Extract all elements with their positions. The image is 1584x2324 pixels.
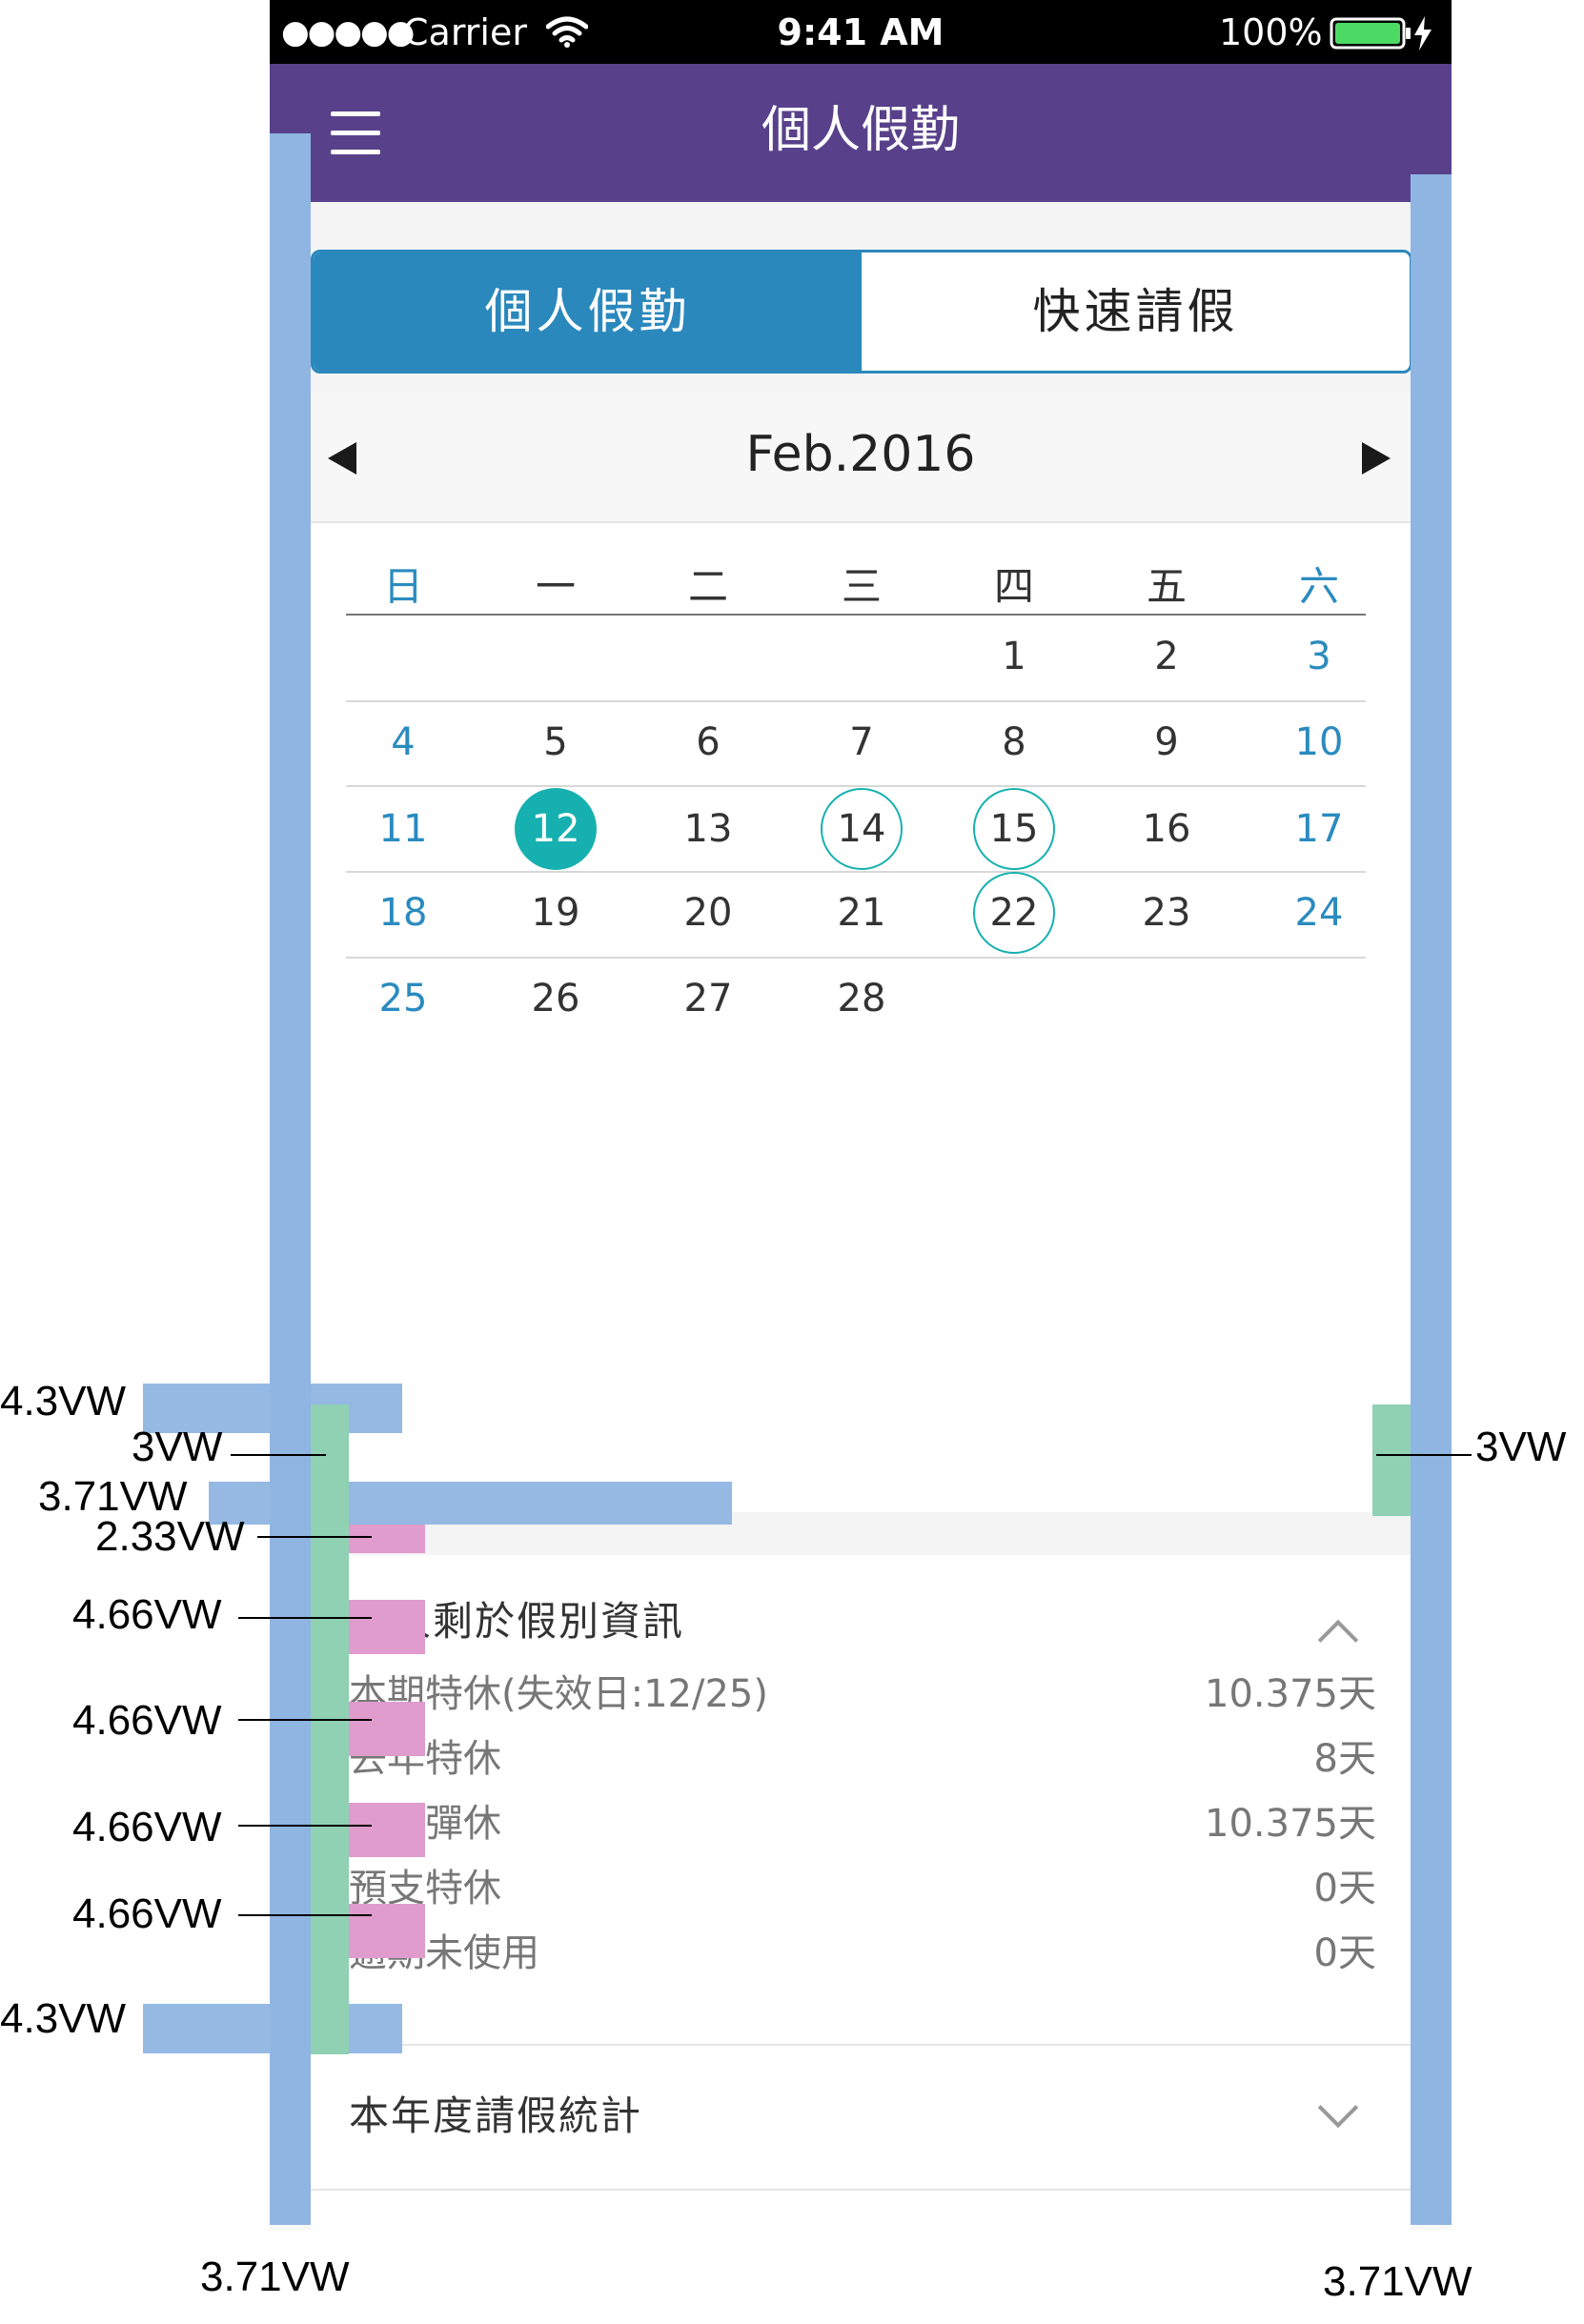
- annotation-side-left: 3.71VW: [200, 2253, 350, 2300]
- chevron-up-icon[interactable]: [1317, 1619, 1359, 1661]
- tab-personal-attendance[interactable]: 個人假勤: [314, 253, 862, 371]
- annual-leave-stats-label: 本年度請假統計: [349, 2092, 643, 2139]
- calendar-day[interactable]: 7: [814, 714, 909, 771]
- annual-leave-stats-row[interactable]: 本年度請假統計: [311, 2044, 1411, 2191]
- calendar-day[interactable]: 4: [355, 714, 451, 771]
- spacing-guide-5: [349, 1904, 425, 1958]
- calendar-day[interactable]: 17: [1271, 800, 1367, 858]
- calendar-day[interactable]: 13: [660, 800, 756, 858]
- calendar-day[interactable]: 21: [814, 884, 909, 941]
- calendar-day[interactable]: 2: [1119, 628, 1214, 685]
- calendar-day[interactable]: 27: [660, 970, 756, 1027]
- tab-switcher: 個人假勤 快速請假: [311, 250, 1412, 374]
- weekday-label: 三: [841, 563, 882, 610]
- battery-icon: [1330, 17, 1411, 50]
- annotation-item-gap-2: 4.66VW: [72, 1697, 222, 1744]
- calendar-row-divider: [346, 871, 1366, 873]
- leave-balance-value: 8天: [1313, 1737, 1376, 1781]
- weekday-label: 六: [1298, 563, 1339, 610]
- calendar-day[interactable]: 22: [966, 884, 1062, 941]
- calendar-day[interactable]: 10: [1271, 714, 1367, 771]
- calendar-day[interactable]: 8: [966, 714, 1062, 771]
- calendar-day[interactable]: 18: [355, 884, 451, 941]
- spacing-guide-2: [349, 1600, 425, 1654]
- leader-line: [1376, 1454, 1472, 1456]
- calendar-day[interactable]: 12: [508, 800, 603, 858]
- calendar-day[interactable]: 23: [1119, 884, 1214, 941]
- annotation-first-gap: 2.33VW: [95, 1513, 245, 1560]
- calendar-day[interactable]: 20: [660, 884, 756, 941]
- leader-line: [231, 1454, 326, 1456]
- calendar: Feb.2016 日一二三四五六 1 2 3 4 5 6 7 8 9 10 11 12 13 14 15 16…: [311, 393, 1411, 1512]
- main-content: 個人假勤 快速請假 Feb.2016 日一二三四五六 1 2 3 4 5 6 7 8 9 10 11…: [311, 202, 1412, 2230]
- calendar-day[interactable]: 11: [355, 800, 451, 858]
- chevron-down-icon[interactable]: [1317, 2087, 1359, 2129]
- month-header: Feb.2016: [311, 393, 1411, 523]
- nav-bar: 個人假勤: [270, 64, 1452, 202]
- left-margin-guide: [270, 133, 311, 2225]
- calendar-day[interactable]: 15: [966, 800, 1062, 858]
- annotation-item-gap-1: 4.66VW: [72, 1591, 222, 1638]
- triangle-right-icon[interactable]: [1362, 442, 1391, 475]
- annotation-item-gap-3: 4.66VW: [72, 1804, 222, 1850]
- battery-percent: 100%: [1219, 11, 1323, 53]
- annotation-right-padding: 3VW: [1475, 1424, 1567, 1470]
- calendar-row-divider: [346, 957, 1366, 959]
- calendar-day[interactable]: 1: [966, 628, 1062, 685]
- calendar-day[interactable]: 25: [355, 970, 451, 1027]
- leader-line: [257, 1536, 372, 1538]
- month-label: Feb.2016: [745, 426, 976, 483]
- page-title: 個人假勤: [761, 102, 960, 159]
- calendar-day[interactable]: 3: [1271, 628, 1367, 685]
- leader-line: [238, 1719, 372, 1721]
- calendar-day[interactable]: 5: [508, 714, 603, 771]
- calendar-day[interactable]: 9: [1119, 714, 1214, 771]
- calendar-day[interactable]: 24: [1271, 884, 1367, 941]
- leave-balance-value: 0天: [1313, 1931, 1376, 1975]
- leader-line: [238, 1914, 372, 1916]
- spacing-guide-3: [349, 1702, 425, 1756]
- spacing-guide-4: [349, 1803, 425, 1857]
- calendar-day[interactable]: 19: [508, 884, 603, 941]
- calendar-row-divider: [346, 700, 1366, 702]
- weekday-label: 一: [535, 563, 576, 610]
- weekday-label: 二: [687, 563, 728, 610]
- leave-balance-value: 10.375天: [1205, 1672, 1376, 1716]
- weekday-label: 日: [382, 563, 423, 610]
- right-margin-guide: [1411, 174, 1452, 2225]
- right-padding-guide: [1372, 1405, 1411, 1516]
- weekday-label: 五: [1146, 563, 1187, 610]
- calendar-row-divider: [346, 614, 1366, 616]
- left-padding-guide: [311, 1405, 349, 2054]
- leave-balance-value: 10.375天: [1205, 1802, 1376, 1846]
- annotation-item-gap-4: 4.66VW: [72, 1890, 222, 1937]
- leader-line: [238, 1617, 372, 1619]
- leader-line: [238, 1825, 372, 1827]
- weekday-label: 四: [993, 563, 1034, 610]
- status-bar: ●●●●● Carrier 9:41 AM 100%: [270, 0, 1452, 64]
- bottom-margin-guide: [143, 2004, 402, 2053]
- annotation-side-right: 3.71VW: [1323, 2258, 1472, 2305]
- annotation-bottom-margin: 4.3VW: [0, 1995, 127, 2042]
- annotation-top-margin: 4.3VW: [0, 1378, 127, 1425]
- annotation-left-padding: 3VW: [132, 1424, 223, 1470]
- phone-screen: ●●●●● Carrier 9:41 AM 100% 個人假勤 個人假勤 快速請…: [270, 0, 1452, 2230]
- calendar-day[interactable]: 28: [814, 970, 909, 1027]
- calendar-day[interactable]: 26: [508, 970, 603, 1027]
- calendar-day[interactable]: 16: [1119, 800, 1214, 858]
- calendar-day[interactable]: 14: [814, 800, 909, 858]
- spacing-guide-1: [349, 1525, 425, 1553]
- title-gap-guide: [209, 1482, 732, 1525]
- tab-quick-leave[interactable]: 快速請假: [862, 253, 1410, 371]
- charging-bolt-icon: [1414, 16, 1432, 51]
- calendar-day[interactable]: 6: [660, 714, 756, 771]
- leave-balance-value: 0天: [1313, 1867, 1376, 1910]
- calendar-row-divider: [346, 785, 1366, 787]
